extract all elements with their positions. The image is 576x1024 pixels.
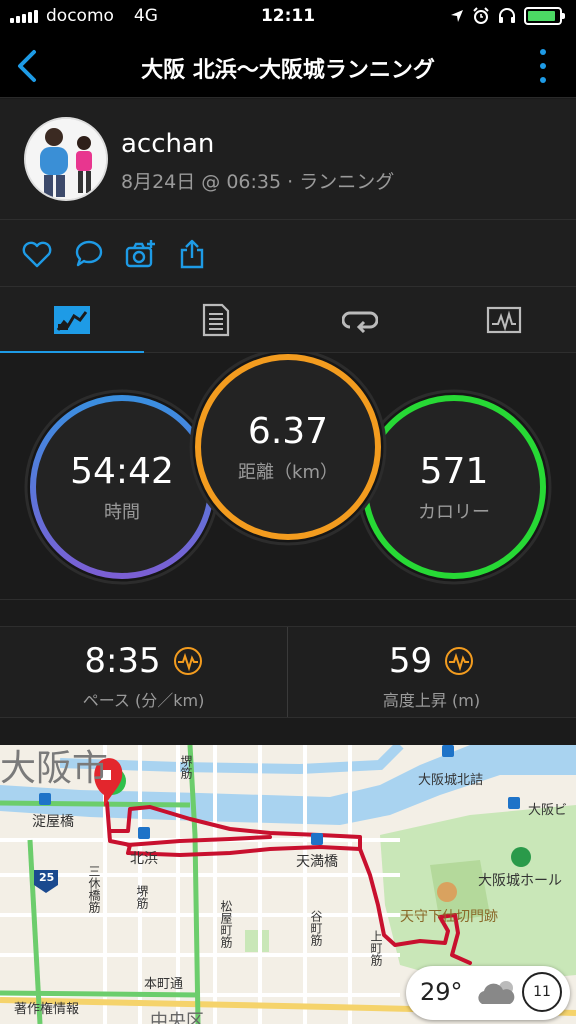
cloud-sun-icon xyxy=(478,981,515,1004)
map-label-uemachi: 上町筋 xyxy=(369,930,383,966)
calories-label: カロリー xyxy=(418,501,490,523)
graph-icon xyxy=(486,306,522,334)
location-arrow-icon xyxy=(451,10,463,22)
calories-value: 571 xyxy=(419,450,489,492)
tab-details[interactable] xyxy=(144,287,288,353)
activity-title: 大阪 北浜〜大阪城ランニング xyxy=(141,58,435,83)
map-label-osakajo-hall: 大阪城ホール xyxy=(478,873,562,889)
distance-label: 距離（km） xyxy=(238,461,338,483)
map-label-osakajo-kitazume: 大阪城北詰 xyxy=(418,773,484,788)
comment-bubble-icon[interactable] xyxy=(73,238,105,270)
map-label-honmachi: 本町通 xyxy=(144,977,184,992)
time-value: 54:42 xyxy=(70,450,174,492)
status-bar: docomo 4G 12:11 xyxy=(0,0,576,36)
ascent-pulse-icon xyxy=(445,647,474,675)
map-label-chuo: 中央区 xyxy=(150,1011,204,1024)
pace-label: ペース (分／km) xyxy=(82,691,205,710)
overview-chart-icon xyxy=(54,306,90,334)
back-chevron-icon[interactable] xyxy=(10,48,46,84)
tab-laps[interactable] xyxy=(288,287,432,353)
alarm-icon xyxy=(473,7,489,24)
ascent-stat[interactable]: 59 高度上昇 (m) xyxy=(288,627,575,717)
more-menu-icon[interactable] xyxy=(540,49,548,83)
pace-value: 8:35 xyxy=(84,641,161,681)
laps-icon xyxy=(342,311,378,333)
status-left: docomo 4G xyxy=(10,6,158,26)
distance-ring[interactable]: 6.37 距離（km） xyxy=(208,367,368,527)
stats-row: 8:35 ペース (分／km) 59 高度上昇 (m) xyxy=(0,626,576,718)
network-label: 4G xyxy=(133,6,158,26)
avatar-photo xyxy=(26,119,106,199)
weather-temp: 29° xyxy=(420,978,463,1006)
map-label-tenshu: 天守下仕切門跡 xyxy=(400,909,498,925)
aqi-gauge: 11 xyxy=(522,972,562,1012)
route-25-shield: 25 xyxy=(39,871,55,884)
calories-ring[interactable]: 571 カロリー xyxy=(374,407,534,567)
profile-header: acchan 8月24日 @ 06:35 · ランニング xyxy=(0,99,576,219)
map-label-sankyobashi: 三休橋筋 xyxy=(87,865,101,913)
pace-stat[interactable]: 8:35 ペース (分／km) xyxy=(0,627,287,717)
details-list-icon xyxy=(202,303,230,337)
map-copyright-link[interactable]: 著作権情報 xyxy=(14,998,79,1017)
signal-icon xyxy=(10,9,38,23)
tab-graphs[interactable] xyxy=(432,287,576,353)
tab-overview[interactable] xyxy=(0,287,144,354)
activity-meta: 8月24日 @ 06:35 · ランニング xyxy=(121,171,395,193)
map-label-osaka-bi: 大阪ビ xyxy=(528,803,568,818)
time-ring[interactable]: 54:42 時間 xyxy=(42,407,202,567)
map-label-tanimachi: 谷町筋 xyxy=(309,910,323,946)
action-row xyxy=(0,219,576,287)
nav-bar: 大阪 北浜〜大阪城ランニング xyxy=(0,36,576,98)
ascent-label: 高度上昇 (m) xyxy=(382,691,481,710)
pace-pulse-icon xyxy=(173,647,202,675)
map-label-yodoyabashi: 淀屋橋 xyxy=(32,814,74,830)
tab-bar xyxy=(0,287,576,354)
weather-chip[interactable]: 29° 11 xyxy=(406,966,570,1020)
time-label: 時間 xyxy=(104,501,140,523)
status-right xyxy=(450,7,565,25)
map-label-matsuyamachi: 松屋町筋 xyxy=(219,900,233,948)
like-heart-icon[interactable] xyxy=(21,238,53,270)
map-label-kitahama: 北浜 xyxy=(130,851,158,867)
map-label-city: 大阪市 xyxy=(0,748,109,789)
share-icon[interactable] xyxy=(176,238,208,270)
map-label-sakaisuji: 堺筋 xyxy=(179,755,193,779)
summary-circles: 54:42 時間 6.37 距離（km） 571 カロリー xyxy=(0,353,576,600)
map-label-sakaisuji-2: 堺筋 xyxy=(135,885,149,909)
carrier-label: docomo xyxy=(46,6,114,26)
map-label-tenmabashi: 天満橋 xyxy=(296,854,338,870)
headphones-icon xyxy=(499,8,515,23)
distance-value: 6.37 xyxy=(247,410,329,452)
add-photo-camera-icon[interactable] xyxy=(124,238,156,270)
ascent-value: 59 xyxy=(388,641,433,681)
battery-icon xyxy=(524,7,565,25)
avatar[interactable] xyxy=(24,117,108,201)
user-name[interactable]: acchan xyxy=(121,129,214,159)
